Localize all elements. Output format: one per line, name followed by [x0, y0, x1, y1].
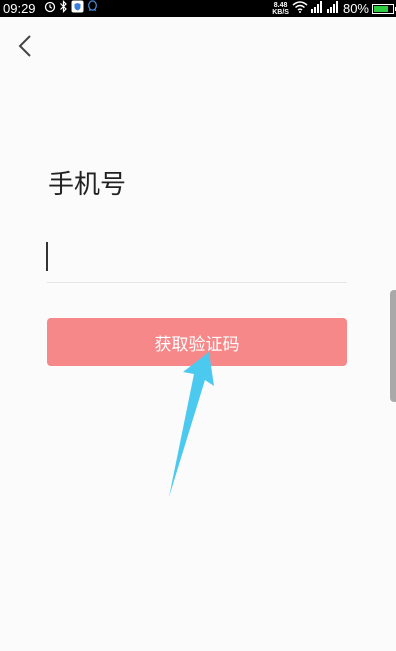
- status-bar: 09:29 8.48 KB/S 80%: [0, 0, 396, 17]
- page-title: 手机号: [48, 170, 127, 200]
- net-speed-unit: KB/S: [272, 8, 289, 16]
- phone-number-input[interactable]: [47, 237, 347, 283]
- qq-icon: [87, 0, 98, 18]
- alarm-icon: [44, 0, 56, 18]
- net-speed: 8.48 KB/S: [272, 2, 289, 16]
- status-left-icons: [44, 0, 98, 18]
- get-code-button[interactable]: 获取验证码: [47, 318, 347, 366]
- annotation-arrow-shape: [169, 352, 214, 497]
- battery-level: [374, 5, 389, 12]
- net-speed-value: 8.48: [273, 1, 288, 9]
- wifi-icon: [292, 0, 308, 18]
- bluetooth-icon: [59, 0, 68, 18]
- battery-percent: 80%: [342, 1, 369, 16]
- side-scroll-handle[interactable]: [390, 290, 396, 402]
- status-time: 09:29: [3, 1, 36, 16]
- back-button[interactable]: [10, 30, 40, 62]
- text-cursor: [46, 242, 48, 271]
- status-right-icons: 8.48 KB/S 80%: [272, 0, 396, 18]
- chevron-left-icon: [10, 35, 40, 66]
- signal-icon-2: [326, 0, 340, 18]
- shield-app-icon: [71, 0, 84, 18]
- battery-icon: [372, 3, 396, 14]
- signal-icon: [310, 0, 324, 18]
